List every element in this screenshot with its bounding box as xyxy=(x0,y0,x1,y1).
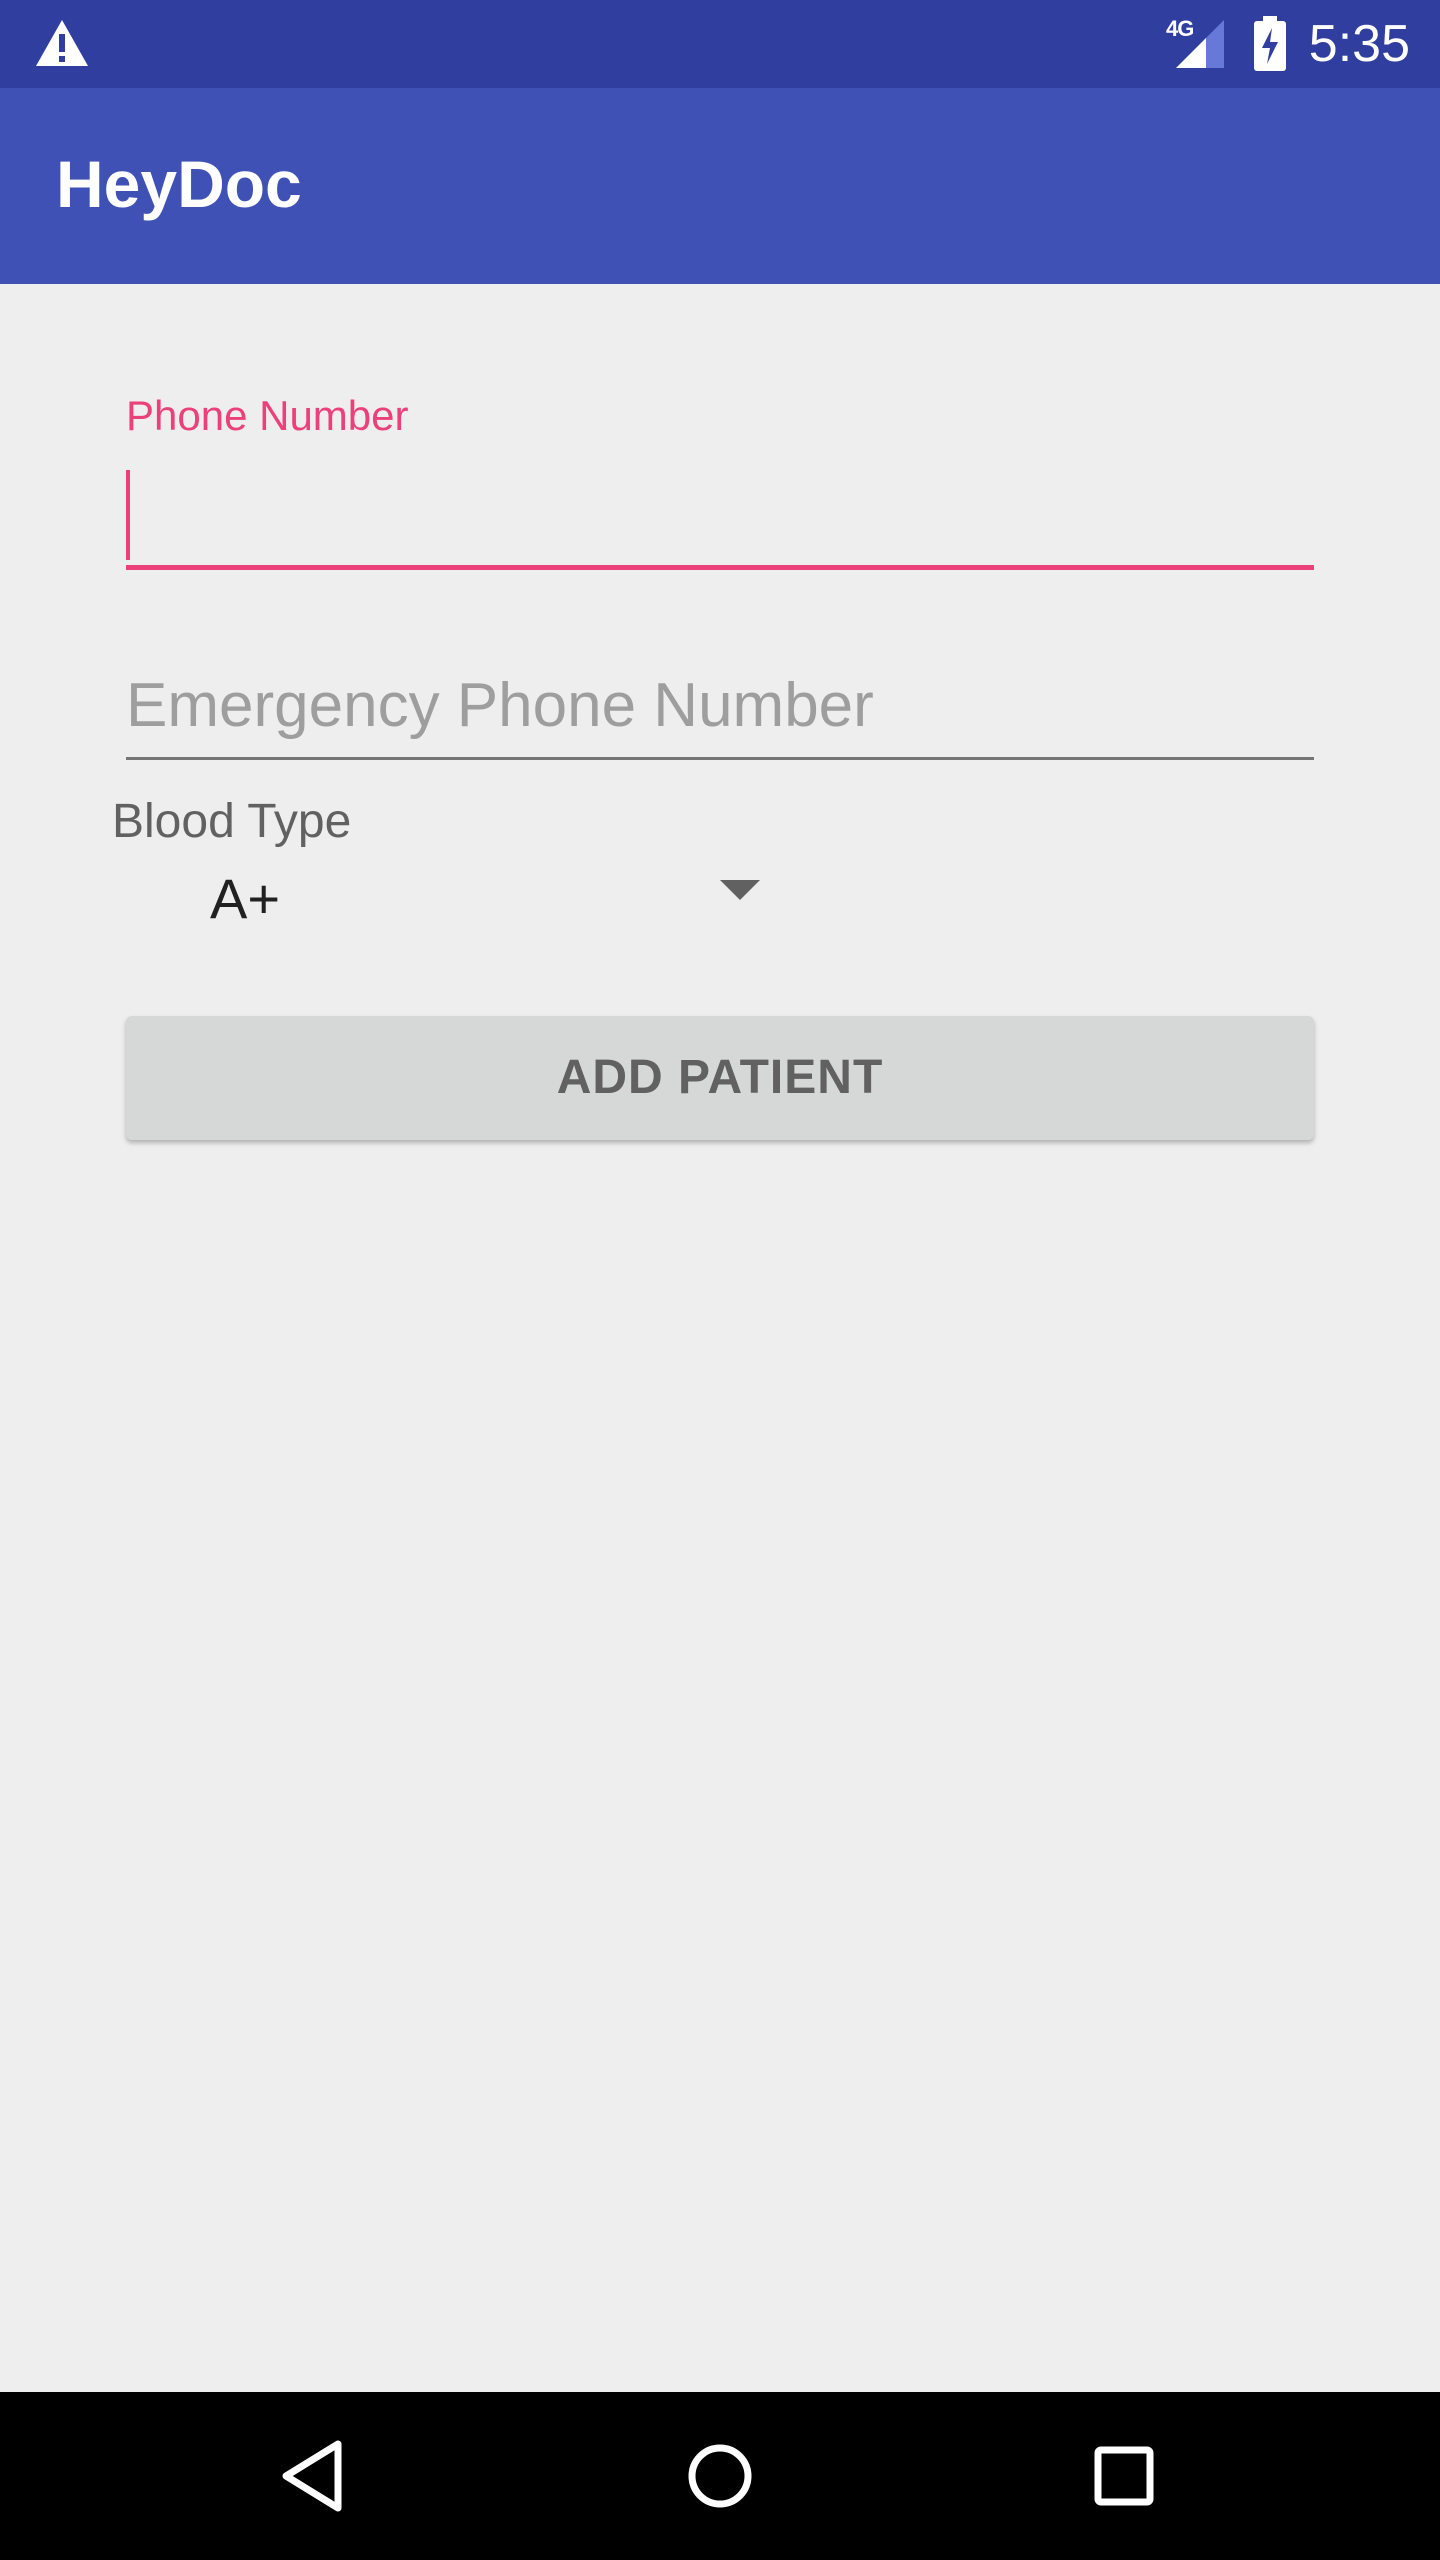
add-patient-button[interactable]: ADD PATIENT xyxy=(126,1016,1314,1140)
blood-type-dropdown[interactable]: A+ xyxy=(112,850,772,946)
phone-number-label: Phone Number xyxy=(126,392,409,439)
app-bar: HeyDoc xyxy=(0,88,1440,284)
warning-icon xyxy=(36,20,88,66)
battery-charging-icon xyxy=(1254,16,1286,71)
network-type-label: 4G xyxy=(1166,16,1194,41)
app-title: HeyDoc xyxy=(56,147,302,221)
blood-type-label: Blood Type xyxy=(112,795,352,848)
phone-number-input[interactable] xyxy=(126,460,1314,570)
clock: 5:35 xyxy=(1308,15,1410,73)
home-icon[interactable] xyxy=(670,2426,770,2526)
emergency-phone-input[interactable]: Emergency Phone Number xyxy=(126,650,1314,760)
text-cursor xyxy=(126,470,130,560)
status-bar: 4G 5:35 xyxy=(0,0,1440,88)
recents-icon[interactable] xyxy=(1074,2426,1174,2526)
back-icon[interactable] xyxy=(266,2426,366,2526)
navigation-bar xyxy=(0,2392,1440,2560)
dropdown-arrow-icon xyxy=(720,880,760,900)
blood-type-selected-value: A+ xyxy=(210,867,281,930)
emergency-phone-placeholder: Emergency Phone Number xyxy=(126,671,874,740)
